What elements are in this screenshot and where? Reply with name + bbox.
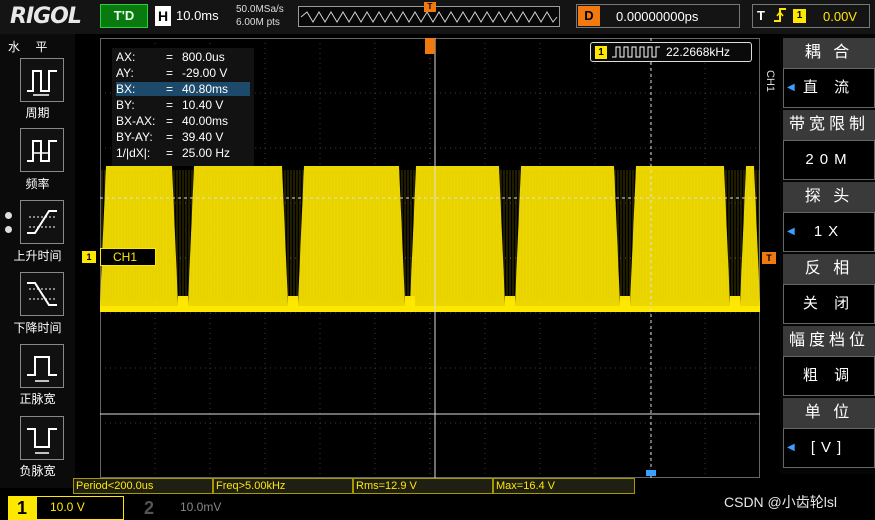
cursor-b-marker	[646, 470, 656, 476]
menu-coupling-value[interactable]: 直 流	[783, 68, 875, 108]
brand-logo: RIGOL	[10, 4, 82, 29]
sample-rate: 50.0MSa/s	[236, 4, 284, 15]
acquisition-info: 50.0MSa/s 6.00M pts	[236, 3, 284, 29]
menu-probe-head[interactable]: 探 头	[783, 182, 875, 212]
trigger-level-marker[interactable]: T	[762, 252, 776, 264]
delay-value[interactable]: 0.00000000ps	[616, 9, 698, 24]
frequency-label: 频率	[25, 177, 50, 191]
counter-value: 22.2668kHz	[666, 45, 731, 59]
menu-unit-head[interactable]: 单 位	[783, 398, 875, 428]
measure-period[interactable]: Period<200.0us	[73, 478, 213, 494]
ch2-badge[interactable]: 2	[138, 496, 160, 520]
readout-row: BX-AX: = 40.00ms	[116, 114, 229, 128]
square-wave-icon	[612, 46, 660, 58]
menu-bandwidth-head[interactable]: 带宽限制	[783, 110, 875, 140]
measure-frequency[interactable]: Freq>5.00kHz	[213, 478, 353, 494]
readout-row: AY: = -29.00 V	[116, 66, 228, 80]
menu-invert-head[interactable]: 反 相	[783, 254, 875, 284]
watermark: CSDN @小齿轮lsl	[724, 494, 837, 510]
panel-title: 水 平	[8, 40, 54, 54]
memory-depth: 6.00M pts	[236, 17, 280, 28]
period-label: 周期	[25, 106, 50, 120]
measure-max[interactable]: Max=16.4 V	[493, 478, 635, 494]
run-state-indicator[interactable]: T'D	[100, 4, 148, 28]
ch1-badge[interactable]: 1	[8, 496, 36, 520]
readout-row: BY-AY: = 39.40 V	[116, 130, 224, 144]
timebase-value[interactable]: 10.0ms	[176, 8, 219, 23]
menu-unit-value[interactable]: [V]	[783, 428, 875, 468]
trigger-source-badge: 1	[793, 9, 806, 23]
frequency-button[interactable]	[20, 128, 64, 172]
ch1-label: CH1	[100, 248, 156, 266]
page-dot-icon	[5, 226, 12, 233]
readout-row: 1/|dX|: = 25.00 Hz	[116, 146, 231, 160]
positive-width-label: 正脉宽	[19, 392, 56, 406]
rise-time-icon	[27, 210, 57, 234]
menu-arrow-icon: ◀	[787, 82, 795, 93]
rising-edge-icon	[773, 6, 787, 27]
period-button[interactable]	[20, 58, 64, 102]
menu-scale-value[interactable]: 粗 调	[783, 356, 875, 396]
period-icon	[27, 70, 57, 96]
menu-scale-head[interactable]: 幅度档位	[783, 326, 875, 356]
counter-channel-badge: 1	[595, 46, 607, 59]
negative-width-button[interactable]	[20, 416, 64, 460]
ch1-offset-marker[interactable]: 1	[82, 251, 96, 263]
rise-time-button[interactable]	[20, 200, 64, 244]
rise-time-label: 上升时间	[13, 249, 62, 263]
page-dot-icon	[5, 212, 12, 219]
menu-coupling-head[interactable]: 耦 合	[783, 38, 875, 68]
delay-badge: D	[578, 6, 600, 26]
menu-arrow-icon: ◀	[787, 226, 795, 237]
fall-time-button[interactable]	[20, 272, 64, 316]
trigger-label: T	[757, 8, 765, 23]
ch1-waveform	[100, 166, 760, 312]
positive-width-button[interactable]	[20, 344, 64, 388]
menu-invert-value[interactable]: 关 闭	[783, 284, 875, 324]
measure-rms[interactable]: Rms=12.9 V	[353, 478, 493, 494]
timebase-badge: H	[155, 6, 171, 26]
fall-time-label: 下降时间	[13, 321, 62, 335]
menu-arrow-icon: ◀	[787, 442, 795, 453]
readout-row: AX: = 800.0us	[116, 50, 225, 64]
frequency-icon	[27, 140, 57, 162]
negative-width-label: 负脉宽	[19, 464, 56, 478]
cursor-readout: AX: = 800.0us AY: = -29.00 V BX: = 40.80ms BY:…	[112, 48, 254, 166]
fall-time-icon	[27, 282, 57, 306]
ch2-scale: 10.0mV	[180, 500, 222, 514]
trigger-time-marker	[425, 38, 435, 54]
trigger-position-marker: T	[424, 2, 436, 12]
menu-channel-label: CH1	[764, 70, 776, 93]
readout-row: BY: = 10.40 V	[116, 98, 224, 112]
menu-probe-value[interactable]: 1X	[783, 212, 875, 252]
menu-bandwidth-value[interactable]: 20M	[783, 140, 875, 180]
ch1-scale: 10.0 V	[50, 500, 85, 514]
trigger-level[interactable]: 0.00V	[823, 9, 857, 24]
negative-width-icon	[27, 428, 57, 454]
positive-width-icon	[27, 356, 57, 382]
readout-row-selected[interactable]: BX: = 40.80ms	[116, 82, 250, 96]
